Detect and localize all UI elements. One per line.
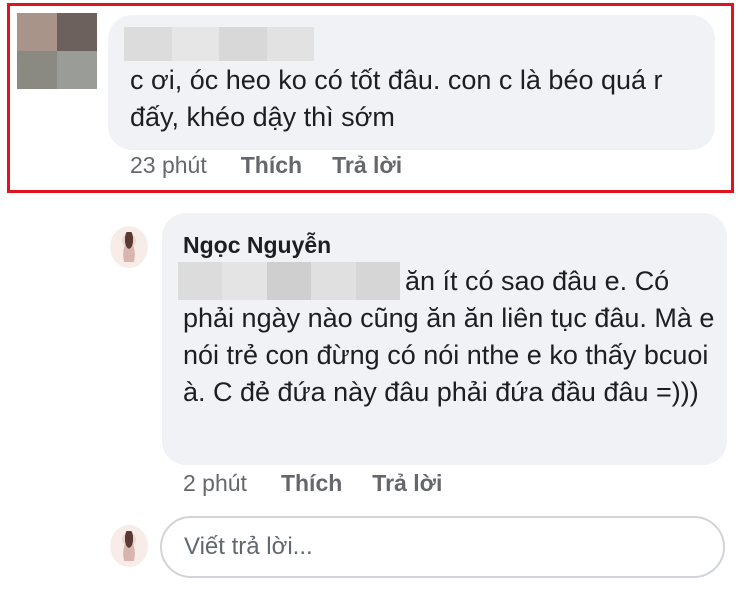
comment-meta: 23 phút Thích Trả lời xyxy=(130,152,432,179)
reply-button[interactable]: Trả lời xyxy=(372,470,442,497)
commenter-name-blurred[interactable] xyxy=(124,27,314,61)
reply-text: ăn ít có sao đâu e. Có phải ngày nào cũn… xyxy=(183,263,723,411)
reply-input[interactable]: Viết trả lời... xyxy=(160,516,725,578)
author-avatar[interactable] xyxy=(110,226,148,268)
comment-time[interactable]: 23 phút xyxy=(130,152,207,179)
reply-author-name[interactable]: Ngọc Nguyễn xyxy=(183,232,331,259)
current-user-avatar xyxy=(110,525,148,567)
comment-text: c ơi, óc heo ko có tốt đâu. con c là béo… xyxy=(130,65,663,132)
commenter-avatar-blurred[interactable] xyxy=(17,13,97,89)
like-button[interactable]: Thích xyxy=(241,152,302,179)
reply-time[interactable]: 2 phút xyxy=(183,470,247,497)
reply-input-placeholder: Viết trả lời... xyxy=(184,533,313,560)
reply-meta: 2 phút Thích Trả lời xyxy=(183,470,472,497)
reply-text-line1: ăn ít có sao đâu e. xyxy=(405,266,628,296)
reply-button[interactable]: Trả lời xyxy=(332,152,402,179)
like-button[interactable]: Thích xyxy=(281,470,342,497)
